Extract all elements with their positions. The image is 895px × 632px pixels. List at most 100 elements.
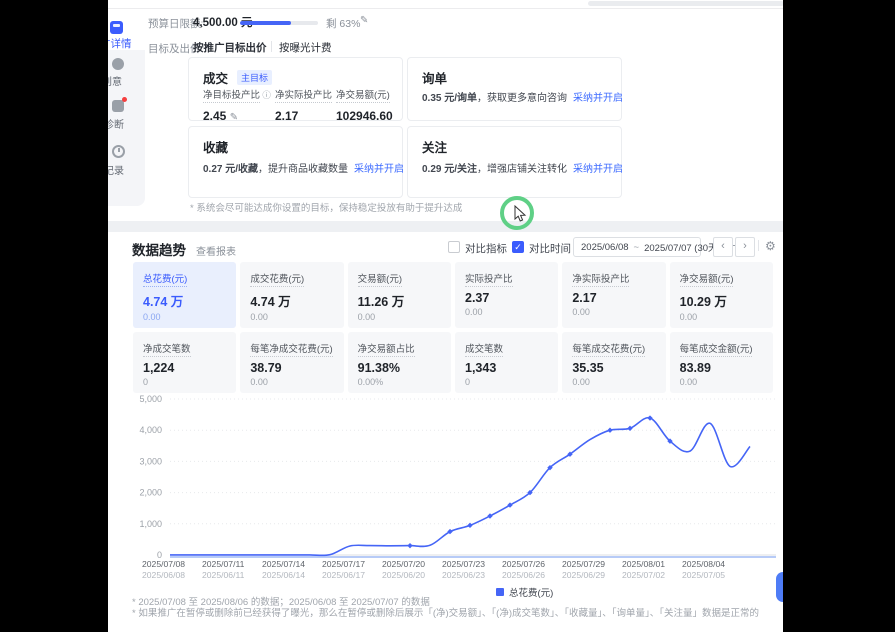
legend-swatch bbox=[496, 588, 504, 596]
chart-footnote-2: * 如果推广在暂停或删除前已经获得了曝光，那么在暂停或删除后展示「(净)交易额」… bbox=[132, 605, 759, 619]
compare-time-checkbox[interactable]: ✓ bbox=[512, 241, 524, 253]
x-axis-tick-compare: 2025/06/11 bbox=[202, 570, 245, 580]
metric-compare-value: 0.00 bbox=[572, 307, 655, 317]
floating-action-tab[interactable] bbox=[776, 572, 783, 602]
goal-price: 0.35 元/询单 bbox=[422, 93, 477, 104]
metric-card[interactable]: 净成交笔数1,2240 bbox=[133, 332, 236, 393]
goal-card-inquiry[interactable]: 询单 0.35 元/询单，获取更多意向咨询采纳并开启 bbox=[407, 57, 622, 121]
metric-card[interactable]: 每笔成交花费(元)35.350.00 bbox=[562, 332, 665, 393]
metric-value: 83.89 bbox=[680, 361, 763, 375]
date-range-picker[interactable]: 2025/06/08 ~ 2025/07/07 (30天) bbox=[573, 237, 701, 257]
metric-label: 成交笔数 bbox=[465, 341, 503, 357]
metric-card[interactable]: 每笔成交金额(元)83.890.00 bbox=[670, 332, 773, 393]
metric-card[interactable]: 成交花费(元)4.74 万0.00 bbox=[240, 262, 343, 328]
compare-metric-label[interactable]: 对比指标 bbox=[465, 241, 507, 256]
goal-footnote: * 系统会尽可能达成你设置的目标，保持稳定投放有助于提升达成 bbox=[190, 200, 462, 214]
metric-label: 总花费(元) bbox=[143, 271, 187, 287]
compare-time-label[interactable]: 对比时间 bbox=[529, 241, 571, 256]
metric-value: 10.29 万 bbox=[680, 291, 763, 310]
metric-value: 11.26 万 bbox=[358, 291, 441, 310]
x-axis-tick-compare: 2025/07/02 bbox=[622, 570, 665, 580]
metric-card[interactable]: 总花费(元)4.74 万0.00 bbox=[133, 262, 236, 328]
x-axis-tick-current: 2025/07/23 bbox=[442, 559, 485, 569]
adopt-enable-link[interactable]: 采纳并开启 bbox=[573, 164, 623, 175]
metric-value: 38.79 bbox=[250, 361, 333, 375]
metric-compare-value: 0.00 bbox=[680, 377, 763, 387]
info-icon[interactable]: ⓘ bbox=[260, 90, 271, 100]
x-axis-tick-current: 2025/07/11 bbox=[202, 559, 245, 569]
x-axis-tick-current: 2025/07/26 bbox=[502, 559, 545, 569]
x-axis-tick-compare: 2025/06/20 bbox=[382, 570, 425, 580]
goal-stat: 净目标投产比 ⓘ 2.45 ✎ bbox=[203, 85, 271, 123]
data-point-marker bbox=[407, 543, 412, 548]
main-goal-badge: 主目标 bbox=[237, 70, 272, 85]
y-axis-tick: 2,000 bbox=[139, 488, 162, 498]
sidebar-item-diagnosis[interactable]: 广诊断 bbox=[108, 116, 124, 131]
adopt-enable-link[interactable]: 采纳并开启 bbox=[354, 164, 404, 175]
edit-budget-icon[interactable]: ✎ bbox=[360, 15, 368, 26]
data-point-marker bbox=[607, 428, 612, 433]
gear-icon[interactable]: ⚙ bbox=[765, 239, 776, 253]
metric-label: 每笔净成交花费(元) bbox=[250, 341, 332, 357]
goal-price: 0.27 元/收藏 bbox=[203, 164, 258, 175]
campaign-detail-icon[interactable] bbox=[110, 21, 123, 34]
creative-icon[interactable] bbox=[112, 58, 124, 70]
prev-period-button[interactable]: ‹ bbox=[713, 237, 733, 257]
sidebar-item-history[interactable]: 放记录 bbox=[108, 162, 124, 177]
history-icon[interactable] bbox=[112, 145, 125, 158]
metric-card[interactable]: 实际投产比 2.37 0.00 bbox=[455, 262, 558, 328]
metric-label: 实际投产比 bbox=[465, 271, 513, 287]
bid-option-goal[interactable]: 按推广目标出价 bbox=[193, 40, 267, 55]
goal-card-favorite[interactable]: 收藏 0.27 元/收藏，提升商品收藏数量采纳并开启 bbox=[188, 126, 403, 198]
metric-card[interactable]: 净交易额(元)10.29 万0.00 bbox=[670, 262, 773, 328]
trend-chart[interactable]: 01,0002,0003,0004,0005,0002025/07/082025… bbox=[138, 388, 783, 588]
trend-title: 数据趋势 bbox=[132, 239, 186, 259]
goal-card-follow[interactable]: 关注 0.29 元/关注，增强店铺关注转化采纳并开启 bbox=[407, 126, 622, 198]
metric-card[interactable]: 交易额(元)11.26 万0.00 bbox=[348, 262, 451, 328]
metric-value: 2.17 bbox=[572, 291, 655, 305]
metric-card[interactable]: 净实际投产比 2.17 0.00 bbox=[562, 262, 665, 328]
metric-compare-value: 0 bbox=[465, 377, 548, 387]
legend-label: 总花费(元) bbox=[509, 585, 553, 599]
metric-value: 4.74 万 bbox=[250, 291, 333, 310]
goal-stat: 净实际投产比 2.17 bbox=[275, 85, 332, 123]
budget-remaining: 剩 63% bbox=[326, 16, 360, 31]
y-axis-tick: 1,000 bbox=[139, 519, 162, 529]
compare-metric-checkbox[interactable] bbox=[448, 241, 460, 253]
metric-compare-value: 0.00 bbox=[465, 307, 548, 317]
content-panel: 广详情 创意 广诊断 放记录 预算日限额: 4,500.00 元 剩 63% ✎… bbox=[108, 0, 783, 632]
metric-value: 91.38% bbox=[358, 361, 441, 375]
metric-card[interactable]: 每笔净成交花费(元)38.790.00 bbox=[240, 332, 343, 393]
goal-desc: ，提升商品收藏数量 bbox=[258, 164, 348, 175]
metric-label: 净交易额占比 bbox=[358, 341, 415, 357]
y-axis-tick: 4,000 bbox=[139, 425, 162, 435]
sidebar-item-creative[interactable]: 创意 bbox=[108, 73, 122, 88]
diagnosis-icon[interactable] bbox=[112, 100, 124, 112]
metric-label: 成交花费(元) bbox=[250, 271, 304, 287]
goal-card-title: 收藏 bbox=[203, 137, 228, 156]
next-period-button[interactable]: › bbox=[735, 237, 755, 257]
metric-card[interactable]: 成交笔数1,3430 bbox=[455, 332, 558, 393]
view-report-link[interactable]: 查看报表 bbox=[196, 243, 236, 258]
stat-label: 净实际投产比 bbox=[275, 90, 332, 103]
goal-card-deal[interactable]: 成交 主目标 净目标投产比 ⓘ 2.45 ✎ 净实际投产比 2.17 净交易额(… bbox=[188, 57, 403, 121]
metric-label: 净交易额(元) bbox=[680, 271, 734, 287]
metric-card[interactable]: 净交易额占比91.38%0.00% bbox=[348, 332, 451, 393]
bid-option-impression[interactable]: 按曝光计费 bbox=[279, 40, 332, 55]
x-axis-tick-current: 2025/08/01 bbox=[622, 559, 665, 569]
metric-label: 净实际投产比 bbox=[572, 271, 629, 287]
x-axis-tick-compare: 2025/06/23 bbox=[442, 570, 485, 580]
date-end: 2025/07/07 (30天) bbox=[644, 240, 721, 254]
metric-compare-value: 0 bbox=[143, 377, 226, 387]
metric-label: 净成交笔数 bbox=[143, 341, 191, 357]
goal-desc: ，增强店铺关注转化 bbox=[477, 164, 567, 175]
edit-roi-icon[interactable]: ✎ bbox=[230, 112, 238, 123]
stat-value: 2.17 bbox=[275, 109, 332, 123]
adopt-enable-link[interactable]: 采纳并开启 bbox=[573, 93, 623, 104]
bid-divider bbox=[271, 41, 272, 52]
budget-progress-fill bbox=[240, 21, 291, 25]
x-axis-tick-current: 2025/07/17 bbox=[322, 559, 365, 569]
sidebar-item-detail[interactable]: 广详情 bbox=[108, 36, 146, 51]
metric-value: 2.37 bbox=[465, 291, 548, 305]
x-axis-tick-current: 2025/07/20 bbox=[382, 559, 425, 569]
